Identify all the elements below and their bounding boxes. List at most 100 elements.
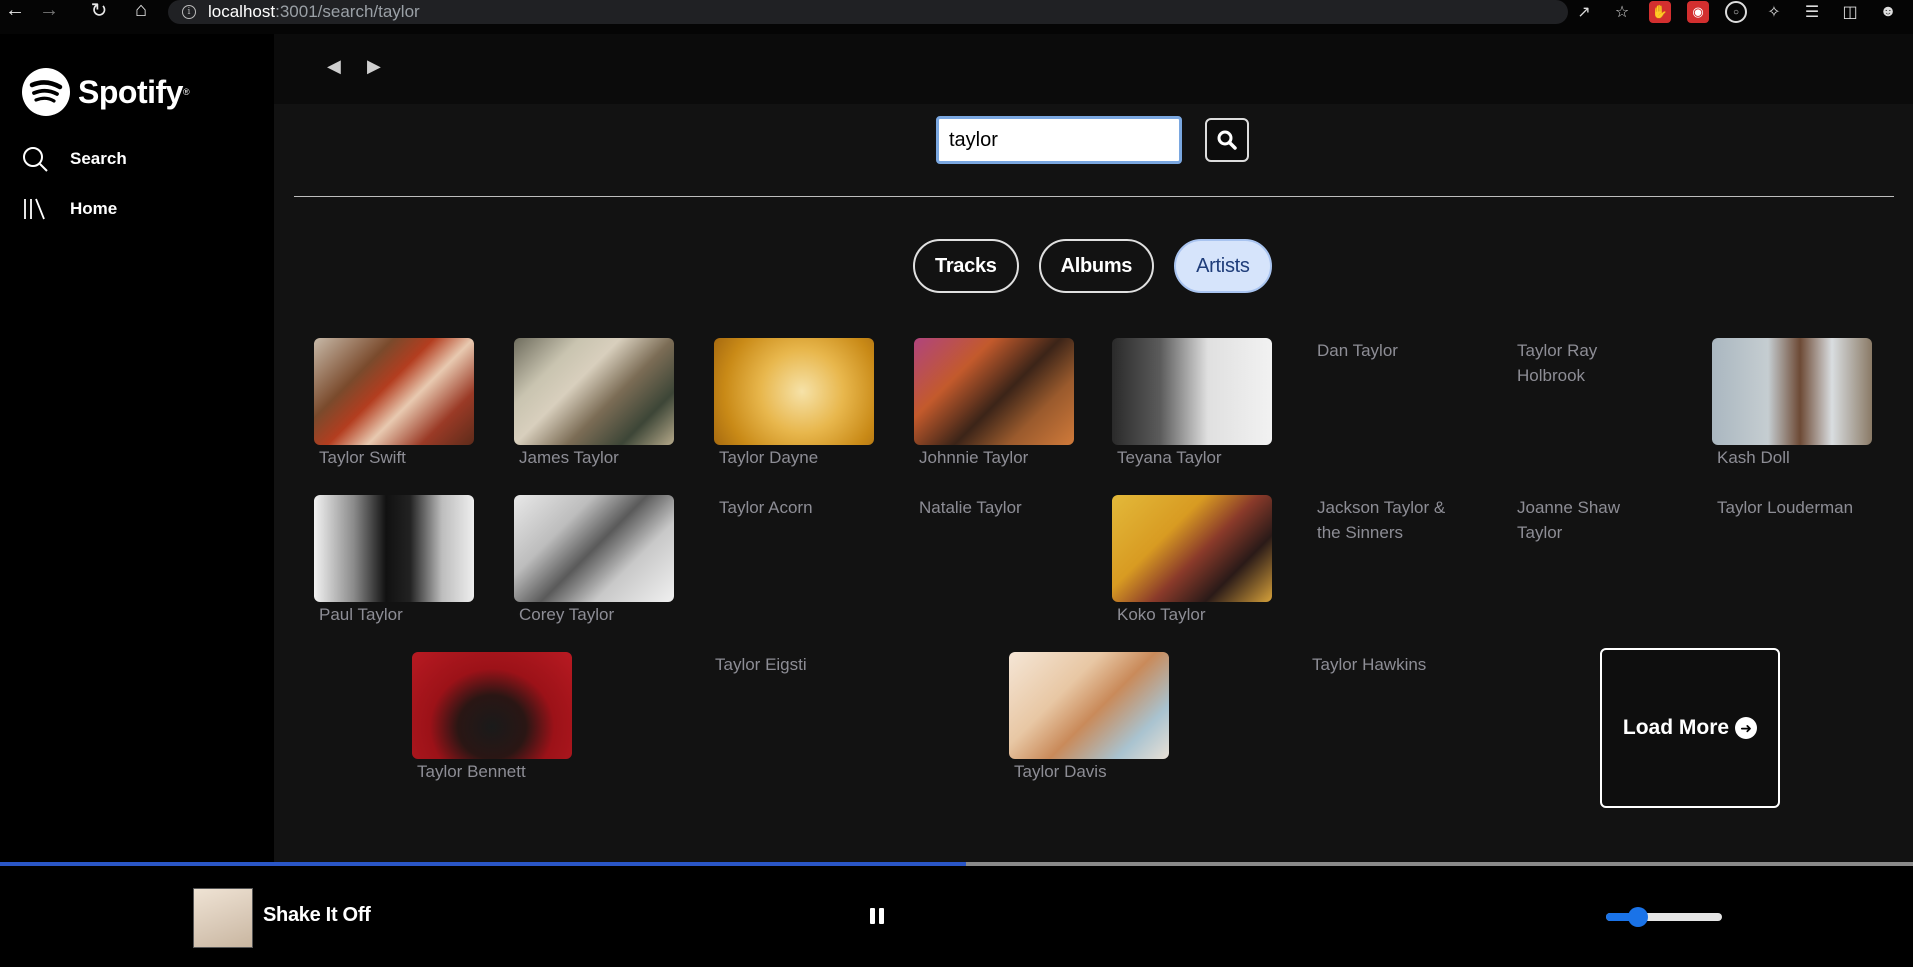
search-form	[936, 116, 1249, 164]
artist-name: Taylor Davis	[1014, 762, 1107, 781]
site-info-icon[interactable]: i	[182, 5, 196, 19]
artist-card[interactable]: Corey Taylor	[514, 495, 674, 627]
artist-card[interactable]: Taylor Swift	[314, 338, 474, 470]
artist-image	[1112, 495, 1272, 602]
browser-extensions: ↗ ☆ ✋ ◉ ○ ✧ ☰ ◫ ☻	[1573, 0, 1913, 24]
pause-button[interactable]	[870, 908, 884, 924]
reload-icon[interactable]: ↻	[86, 0, 112, 23]
artist-image	[314, 338, 474, 445]
volume-slider[interactable]	[1606, 907, 1722, 927]
artist-card[interactable]: Taylor Dayne	[714, 338, 874, 470]
spotify-logo[interactable]: Spotify ®	[22, 68, 190, 116]
spotify-icon	[22, 68, 70, 116]
artist-card[interactable]: Taylor Louderman	[1712, 495, 1872, 520]
tab-tracks[interactable]: Tracks	[913, 239, 1019, 293]
adblock-icon[interactable]: ✋	[1649, 1, 1671, 23]
extension-red-icon[interactable]: ◉	[1687, 1, 1709, 23]
artist-image	[412, 652, 572, 759]
search-button[interactable]	[1205, 118, 1249, 162]
artist-name: Taylor Eigsti	[715, 655, 807, 674]
sidebar-item-search[interactable]: Search	[22, 146, 127, 172]
player-bar: Shake It Off	[0, 866, 1913, 967]
artist-card[interactable]: Jackson Taylor & the Sinners	[1312, 495, 1472, 545]
sidebar-item-home[interactable]: Home	[22, 196, 117, 222]
artist-name: Corey Taylor	[519, 605, 615, 624]
back-icon[interactable]: ←	[2, 0, 28, 23]
artist-image	[1009, 652, 1169, 759]
forward-icon[interactable]: →	[36, 0, 62, 23]
sidebar: Spotify ® Search Home	[0, 34, 274, 862]
main-content: ◀ ▶ Tracks Albums Artists Taylor Swift J…	[274, 34, 1913, 862]
sidebar-item-label: Home	[70, 199, 118, 218]
artist-image	[714, 338, 874, 445]
sidebar-item-label: Search	[70, 149, 127, 168]
artist-name: Kash Doll	[1717, 448, 1790, 467]
artist-image	[1712, 338, 1872, 445]
profile-avatar-icon[interactable]: ☻	[1877, 1, 1899, 23]
artist-card[interactable]: Taylor Davis	[1009, 652, 1169, 784]
search-icon	[22, 146, 48, 172]
result-type-tabs: Tracks Albums Artists	[913, 239, 1272, 293]
divider	[294, 196, 1894, 197]
artist-name: Taylor Hawkins	[1312, 655, 1427, 674]
share-icon[interactable]: ↗	[1573, 1, 1595, 23]
tab-artists[interactable]: Artists	[1174, 239, 1272, 293]
artist-name: Taylor Bennett	[417, 762, 526, 781]
address-bar[interactable]: i localhost:3001/search/taylor	[168, 0, 1568, 24]
artist-card[interactable]: Dan Taylor	[1312, 338, 1472, 363]
top-bar: ◀ ▶	[274, 34, 1913, 104]
load-more-button[interactable]: Load More ➜	[1600, 648, 1780, 808]
url-path: :3001/search/taylor	[275, 2, 420, 21]
artist-card[interactable]: Kash Doll	[1712, 338, 1872, 470]
artist-name: Paul Taylor	[319, 605, 403, 624]
library-icon	[22, 196, 48, 222]
artist-image	[1112, 338, 1272, 445]
magnifier-icon	[1217, 130, 1237, 150]
url-host: localhost	[208, 2, 276, 21]
artist-card[interactable]: Joanne Shaw Taylor	[1512, 495, 1642, 545]
load-more-label: Load More	[1622, 716, 1730, 739]
artist-name: Johnnie Taylor	[919, 448, 1029, 467]
browser-toolbar: ← → ↻ ⌂ i localhost:3001/search/taylor ↗…	[0, 0, 1913, 34]
artist-name: Taylor Ray Holbrook	[1517, 341, 1598, 385]
artist-card[interactable]: Natalie Taylor	[914, 495, 1074, 520]
search-input[interactable]	[936, 116, 1182, 164]
artist-name: Taylor Louderman	[1717, 498, 1854, 517]
artist-card[interactable]: Taylor Bennett	[412, 652, 572, 784]
artist-image	[514, 338, 674, 445]
artist-image	[914, 338, 1074, 445]
star-icon[interactable]: ☆	[1611, 1, 1633, 23]
artist-name: Natalie Taylor	[919, 498, 1022, 517]
tab-albums[interactable]: Albums	[1038, 239, 1155, 293]
volume-knob[interactable]	[1628, 907, 1649, 927]
nav-back-icon[interactable]: ◀	[327, 56, 341, 77]
brand-name: Spotify	[78, 73, 183, 110]
nav-forward-icon[interactable]: ▶	[367, 56, 381, 77]
artist-card[interactable]: Taylor Hawkins	[1307, 652, 1467, 677]
puzzle-icon[interactable]: ✧	[1763, 1, 1785, 23]
artist-card[interactable]: James Taylor	[514, 338, 674, 470]
album-art	[193, 888, 253, 948]
artist-name: Koko Taylor	[1117, 605, 1206, 624]
artist-card[interactable]: Johnnie Taylor	[914, 338, 1074, 470]
vpn-icon[interactable]: ○	[1725, 1, 1747, 23]
artist-image	[514, 495, 674, 602]
artist-card[interactable]: Taylor Ray Holbrook	[1512, 338, 1642, 388]
sidebar-toggle-icon[interactable]: ◫	[1839, 1, 1861, 23]
arrow-right-circle-icon: ➜	[1735, 717, 1758, 739]
artist-card[interactable]: Teyana Taylor	[1112, 338, 1272, 470]
artist-card[interactable]: Paul Taylor	[314, 495, 474, 627]
registered-mark: ®	[182, 87, 190, 97]
track-title: Shake It Off	[263, 904, 371, 926]
artist-name: Joanne Shaw Taylor	[1517, 498, 1621, 542]
artist-name: Teyana Taylor	[1117, 448, 1222, 467]
artist-name: Taylor Acorn	[719, 498, 813, 517]
home-icon[interactable]: ⌂	[128, 0, 154, 23]
media-queue-icon[interactable]: ☰	[1801, 1, 1823, 23]
pause-icon	[879, 908, 884, 924]
artist-card[interactable]: Taylor Eigsti	[710, 652, 870, 677]
artist-card[interactable]: Koko Taylor	[1112, 495, 1272, 627]
artist-card[interactable]: Taylor Acorn	[714, 495, 874, 520]
artist-name: James Taylor	[519, 448, 619, 467]
artist-name: Taylor Swift	[319, 448, 406, 467]
